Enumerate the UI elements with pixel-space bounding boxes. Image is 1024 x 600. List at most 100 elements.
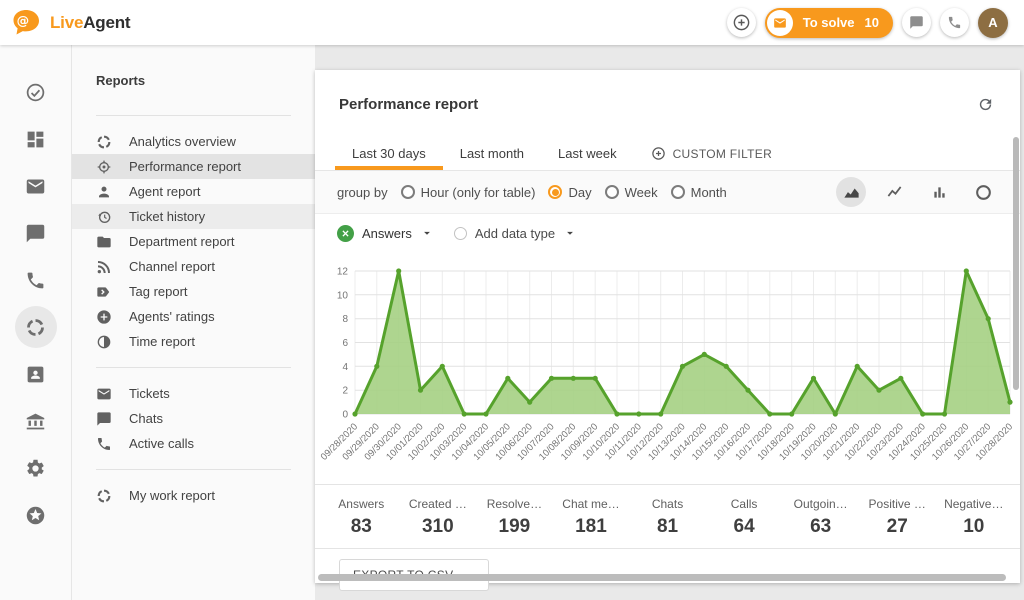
radio-month[interactable]: Month [671, 185, 727, 200]
sidebar-item-department-report[interactable]: Department report [72, 229, 315, 254]
stat-value: 83 [323, 516, 400, 538]
sidebar-item-tickets[interactable]: Tickets [72, 381, 315, 406]
envelope-icon [773, 16, 787, 30]
group-by-bar: group by Hour (only for table)DayWeekMon… [315, 171, 1020, 214]
sidebar-item-label: Agents' ratings [129, 309, 215, 324]
target-icon [96, 159, 112, 175]
folder-icon [96, 234, 112, 250]
remove-series-button[interactable] [337, 225, 354, 242]
sidebar-item-label: Department report [129, 234, 235, 249]
sidebar-item-chats[interactable]: Chats [72, 406, 315, 431]
sidebar-item-label: Performance report [129, 159, 241, 174]
sidebar-item-time-report[interactable]: Time report [72, 329, 315, 354]
tab-last-week[interactable]: Last week [541, 137, 634, 170]
radio-circle-icon [401, 185, 415, 199]
radio-week[interactable]: Week [605, 185, 658, 200]
stat-value: 181 [553, 516, 630, 538]
rail-item-company[interactable] [0, 398, 71, 445]
sidebar-item-performance-report[interactable]: Performance report [72, 154, 315, 179]
series-chip-answers[interactable]: Answers [337, 225, 434, 242]
sidebar-divider [96, 115, 291, 116]
sidebar-item-channel-report[interactable]: Channel report [72, 254, 315, 279]
calls-button[interactable] [940, 8, 969, 37]
plus-circle-filled-icon [96, 309, 112, 325]
user-avatar[interactable]: A [978, 8, 1008, 38]
radio-hour-only-for-table[interactable]: Hour (only for table) [401, 185, 536, 200]
sidebar-item-active-calls[interactable]: Active calls [72, 431, 315, 456]
to-solve-label: To solve [803, 15, 855, 30]
sidebar-item-label: My work report [129, 488, 215, 503]
svg-text:0: 0 [342, 410, 348, 421]
sidebar-item-tag-report[interactable]: Tag report [72, 279, 315, 304]
stat-negative: Negative…10 [936, 497, 1013, 538]
sidebar-item-agents-ratings[interactable]: Agents' ratings [72, 304, 315, 329]
rail-item-resolve[interactable] [0, 69, 71, 116]
top-header: @ LiveAgent To solve 10 A [0, 0, 1024, 45]
sidebar-item-label: Agent report [129, 184, 201, 199]
menu-divider [96, 469, 291, 470]
to-solve-button[interactable]: To solve 10 [765, 8, 893, 38]
svg-text:8: 8 [342, 314, 348, 325]
tab-last-30-days[interactable]: Last 30 days [335, 137, 443, 170]
plus-circle-icon [732, 13, 751, 32]
series-name: Answers [362, 226, 412, 241]
stat-value: 27 [859, 516, 936, 538]
vertical-scrollbar-thumb[interactable] [1013, 137, 1019, 390]
add-button[interactable] [727, 8, 756, 37]
area-chart-icon [842, 183, 861, 202]
area-chart-type-button[interactable] [836, 177, 866, 207]
tab-custom-filter[interactable]: CUSTOM FILTER [634, 137, 789, 170]
refresh-button[interactable] [977, 96, 994, 113]
radio-label: Hour (only for table) [421, 185, 536, 200]
stat-label: Calls [706, 497, 783, 511]
horizontal-scrollbar-thumb[interactable] [318, 574, 1006, 581]
stat-label: Negative… [936, 497, 1013, 511]
tab-last-month[interactable]: Last month [443, 137, 541, 170]
envelope-icon [96, 386, 112, 402]
tab-label: CUSTOM FILTER [673, 147, 772, 161]
rail-item-upgrade[interactable] [0, 492, 71, 539]
rail-item-settings[interactable] [0, 445, 71, 492]
donut-chart-type-button[interactable] [968, 177, 998, 207]
tag-icon [96, 284, 112, 300]
bar-chart-type-button[interactable] [924, 177, 954, 207]
sidebar-item-label: Ticket history [129, 209, 205, 224]
avatar-letter: A [988, 15, 997, 30]
dashboard-icon [25, 129, 46, 150]
sidebar-item-label: Channel report [129, 259, 215, 274]
rail-item-tickets[interactable] [0, 163, 71, 210]
stat-outgoin: Outgoin…63 [782, 497, 859, 538]
rail-item-contacts[interactable] [0, 351, 71, 398]
liveagent-logo[interactable]: @ LiveAgent [0, 9, 130, 36]
rail-item-chats[interactable] [0, 210, 71, 257]
stat-label: Resolve… [476, 497, 553, 511]
add-data-type-button[interactable]: Add data type [454, 226, 577, 241]
chart-type-switcher [836, 177, 998, 207]
empty-circle-icon [454, 227, 467, 240]
add-data-type-label: Add data type [475, 226, 555, 241]
circle-icon [974, 183, 993, 202]
stat-value: 310 [400, 516, 477, 538]
stat-calls: Calls64 [706, 497, 783, 538]
sidebar-item-ticket-history[interactable]: Ticket history [72, 204, 315, 229]
sidebar-item-analytics-overview[interactable]: Analytics overview [72, 129, 315, 154]
line-chart-type-button[interactable] [880, 177, 910, 207]
sidebar-item-my-work-report[interactable]: My work report [72, 483, 315, 508]
chats-button[interactable] [902, 8, 931, 37]
rail-item-dashboard[interactable] [0, 116, 71, 163]
sidebar-item-label: Chats [129, 411, 163, 426]
stat-value: 81 [629, 516, 706, 538]
chart-canvas: 02468101209/28/202009/29/202009/30/20201… [315, 252, 1020, 484]
stat-label: Created … [400, 497, 477, 511]
radio-circle-icon [548, 185, 562, 199]
sidebar-title: Reports [72, 45, 315, 102]
rail-item-calls[interactable] [0, 257, 71, 304]
stat-positive: Positive …27 [859, 497, 936, 538]
radio-day[interactable]: Day [548, 185, 591, 200]
radio-circle-icon [605, 185, 619, 199]
rail-item-reports[interactable] [0, 304, 71, 351]
phone-icon [25, 270, 46, 291]
logo-bubble-icon: @ [12, 9, 43, 36]
sidebar-item-agent-report[interactable]: Agent report [72, 179, 315, 204]
stat-answers: Answers83 [323, 497, 400, 538]
